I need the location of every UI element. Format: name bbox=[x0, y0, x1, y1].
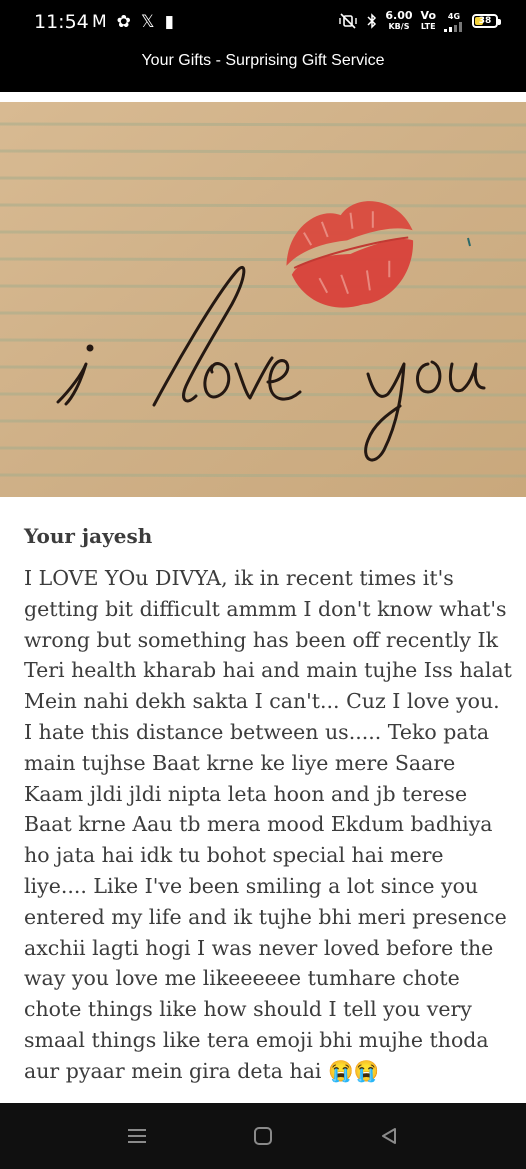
ruled-line bbox=[0, 446, 526, 451]
bluetooth-icon bbox=[367, 13, 377, 29]
recent-apps-button[interactable] bbox=[117, 1121, 157, 1151]
system-icons: 6.00 KB/S Vo LTE 4G 38 bbox=[337, 10, 501, 32]
ruled-line bbox=[0, 338, 526, 343]
ruled-line bbox=[0, 122, 526, 127]
ruled-line bbox=[0, 419, 526, 424]
status-time: 11:54 bbox=[34, 11, 89, 33]
card-author: Your jayesh bbox=[24, 524, 153, 548]
volte-indicator: Vo LTE bbox=[421, 10, 436, 32]
ruled-line bbox=[0, 203, 526, 208]
signal-indicator: 4G bbox=[444, 11, 464, 32]
home-button[interactable] bbox=[243, 1121, 283, 1151]
volte-label: Vo bbox=[420, 9, 436, 22]
back-icon bbox=[382, 1128, 396, 1144]
gift-card-content: Your jayesh I LOVE YOu DIVYA, ik in rece… bbox=[0, 497, 526, 1103]
signal-bars-icon bbox=[444, 21, 462, 32]
notification-icons: M ✿ 𝕏 ▮ bbox=[92, 12, 174, 32]
system-navigation-bar bbox=[0, 1103, 526, 1169]
lock-notification-icon: ▮ bbox=[164, 12, 174, 32]
status-bar: 11:54 M ✿ 𝕏 ▮ 6.00 KB/S Vo LTE 4G 38 bbox=[0, 0, 526, 44]
love-note-photo bbox=[0, 102, 526, 497]
ruled-line bbox=[0, 473, 526, 478]
vibrate-mute-icon bbox=[339, 13, 358, 29]
ruled-line bbox=[0, 230, 526, 235]
ruled-line bbox=[0, 176, 526, 181]
network-type: 4G bbox=[447, 11, 461, 21]
ruled-line bbox=[0, 311, 526, 316]
ruled-line bbox=[0, 257, 526, 262]
page-title: Your Gifts - Surprising Gift Service bbox=[141, 52, 385, 69]
home-icon bbox=[254, 1127, 272, 1145]
network-speed: 6.00 KB/S bbox=[385, 10, 412, 32]
love-note-image bbox=[0, 102, 526, 497]
ruled-line bbox=[0, 149, 526, 154]
page-title-bar: Your Gifts - Surprising Gift Service bbox=[0, 44, 526, 92]
ruled-line bbox=[0, 365, 526, 370]
menu-icon bbox=[128, 1129, 146, 1143]
ruled-line bbox=[0, 284, 526, 289]
paper-background bbox=[0, 102, 526, 497]
network-speed-value: 6.00 bbox=[385, 9, 413, 22]
network-speed-unit: KB/S bbox=[388, 22, 410, 31]
x-app-icon: 𝕏 bbox=[140, 12, 155, 32]
card-message: I LOVE YOu DIVYA, ik in recent times it'… bbox=[24, 566, 512, 1083]
back-button[interactable] bbox=[369, 1121, 409, 1151]
volte-sub: LTE bbox=[420, 22, 436, 31]
pinwheel-app-icon: ✿ bbox=[116, 12, 131, 32]
ruled-line bbox=[0, 392, 526, 397]
battery-icon: 38 bbox=[472, 14, 501, 28]
battery-level: 38 bbox=[478, 16, 492, 26]
gmail-icon: M bbox=[92, 12, 107, 32]
